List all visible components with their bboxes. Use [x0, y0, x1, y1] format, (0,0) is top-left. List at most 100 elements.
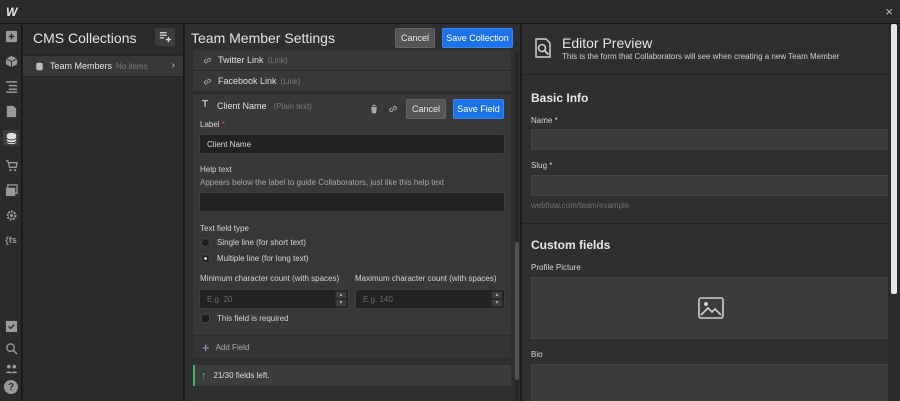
name-input[interactable] — [531, 129, 891, 150]
add-collection-button[interactable] — [155, 28, 175, 46]
preview-header: Editor Preview This is the form that Col… — [522, 24, 888, 75]
panel-title: CMS Collections — [33, 30, 137, 46]
text-field-type-label: Text field type — [200, 224, 249, 233]
checkbox-box — [201, 314, 210, 323]
field-name: Facebook Link — [218, 76, 277, 86]
single-line-label: Single line (for short text) — [217, 238, 306, 247]
collection-count: No items — [116, 61, 148, 71]
preview-subtitle: This is the form that Collaborators will… — [562, 52, 840, 61]
settings-scrollbar[interactable] — [515, 52, 519, 401]
link-icon — [204, 78, 211, 84]
add-panel-icon[interactable] — [3, 28, 19, 44]
required-label: This field is required — [217, 314, 289, 323]
cancel-button[interactable]: Cancel — [395, 28, 435, 48]
step-up-icon[interactable]: ▲ — [335, 291, 347, 299]
editing-field-type: (Plain text) — [273, 102, 312, 111]
required-checkbox[interactable]: This field is required — [201, 314, 289, 323]
preview-scrollbar[interactable] — [888, 24, 900, 401]
pages-icon[interactable] — [3, 103, 19, 119]
assets-icon[interactable] — [3, 182, 19, 198]
step-up-icon[interactable]: ▲ — [491, 291, 503, 299]
add-field-label: Add Field — [215, 342, 250, 352]
cms-collections-panel: CMS Collections Team Members No items › — [23, 24, 184, 401]
min-count-input[interactable]: E.g. 20 ▲ ▼ — [199, 289, 349, 309]
arrow-up-icon: ↑ — [201, 369, 207, 382]
logic-icon[interactable]: {fs — [3, 232, 19, 248]
text-field-icon: T — [202, 99, 209, 110]
collection-item-team-members[interactable]: Team Members No items › — [23, 55, 183, 77]
editor-preview-panel: Editor Preview This is the form that Col… — [522, 24, 891, 401]
help-text-input[interactable] — [199, 192, 505, 212]
slug-label: Slug * — [531, 161, 553, 170]
preview-search-icon — [535, 38, 551, 58]
basic-info-heading: Basic Info — [531, 91, 589, 105]
webflow-logo[interactable]: W — [6, 5, 17, 19]
preview-title: Editor Preview — [562, 35, 653, 51]
radio-dot-selected — [201, 254, 210, 263]
close-icon[interactable]: × — [885, 4, 893, 19]
max-count-stepper[interactable]: ▲ ▼ — [491, 291, 503, 307]
save-collection-button[interactable]: Save Collection — [442, 28, 513, 48]
slug-input[interactable] — [531, 175, 891, 196]
max-count-placeholder: E.g. 140 — [363, 294, 393, 304]
scrollbar-thumb[interactable] — [515, 242, 519, 380]
image-icon — [698, 297, 724, 319]
profile-picture-upload[interactable] — [531, 277, 891, 339]
bio-input[interactable] — [531, 364, 891, 401]
scrollbar-thumb[interactable] — [891, 24, 897, 294]
settings-icon[interactable] — [3, 207, 19, 223]
ecommerce-icon[interactable] — [3, 157, 19, 173]
field-row-twitter-link[interactable]: Twitter Link (Link) — [193, 50, 511, 71]
editing-field-name: Client Name — [217, 101, 267, 111]
label-input[interactable]: Client Name — [199, 134, 505, 154]
plus-icon: + — [202, 339, 210, 355]
team-icon[interactable] — [3, 360, 19, 376]
fields-left-notice: ↑ 21/30 fields left. — [193, 365, 511, 386]
step-down-icon[interactable]: ▼ — [335, 299, 347, 307]
max-count-input[interactable]: E.g. 140 ▲ ▼ — [355, 289, 505, 309]
fields-left-text: 21/30 fields left. — [213, 371, 270, 380]
tasks-icon[interactable] — [3, 318, 19, 334]
multi-line-label: Multiple line (for long text) — [217, 254, 309, 263]
collection-icon — [36, 62, 43, 70]
field-row-facebook-link[interactable]: Facebook Link (Link) — [193, 71, 511, 92]
slug-url: webflow.com/team/example — [531, 201, 630, 210]
max-count-label: Maximum character count (with spaces) — [355, 274, 497, 283]
help-text-description: Appears below the label to guide Collabo… — [200, 178, 445, 187]
name-label: Name * — [531, 116, 558, 125]
single-line-radio[interactable]: Single line (for short text) — [201, 238, 306, 247]
min-count-stepper[interactable]: ▲ ▼ — [335, 291, 347, 307]
components-icon[interactable] — [3, 53, 19, 69]
step-down-icon[interactable]: ▼ — [491, 299, 503, 307]
field-type: (Link) — [280, 76, 301, 86]
profile-picture-label: Profile Picture — [531, 263, 581, 272]
trash-icon[interactable] — [369, 104, 379, 114]
link-icon — [204, 57, 211, 63]
field-type: (Link) — [267, 55, 288, 65]
help-text-label: Help text — [200, 165, 232, 174]
cancel-field-button[interactable]: Cancel — [406, 99, 446, 119]
collection-name: Team Members — [50, 61, 113, 71]
label-field-label: Label * — [200, 120, 225, 129]
collection-settings-panel: Team Member Settings Cancel Save Collect… — [185, 24, 521, 401]
top-bar: W × — [0, 0, 900, 24]
panel-title: Team Member Settings — [191, 30, 335, 46]
bio-label: Bio — [531, 350, 543, 359]
min-count-placeholder: E.g. 20 — [207, 294, 233, 304]
radio-dot — [201, 238, 210, 247]
search-icon[interactable] — [3, 340, 19, 356]
help-icon[interactable]: ? — [4, 380, 18, 394]
left-toolbar: {fs ? — [0, 24, 22, 401]
link-icon[interactable] — [388, 104, 398, 114]
custom-fields-heading: Custom fields — [531, 238, 611, 252]
cms-icon[interactable] — [3, 130, 19, 146]
save-field-button[interactable]: Save Field — [453, 99, 504, 119]
chevron-right-icon: › — [171, 60, 175, 71]
navigator-icon[interactable] — [3, 78, 19, 94]
min-count-label: Minimum character count (with spaces) — [200, 274, 340, 283]
field-editor: T Client Name (Plain text) Cancel Save F… — [193, 93, 511, 335]
add-collection-icon — [159, 32, 171, 43]
multi-line-radio[interactable]: Multiple line (for long text) — [201, 254, 309, 263]
field-name: Twitter Link — [218, 55, 264, 65]
add-field-button[interactable]: + Add Field — [193, 336, 511, 358]
